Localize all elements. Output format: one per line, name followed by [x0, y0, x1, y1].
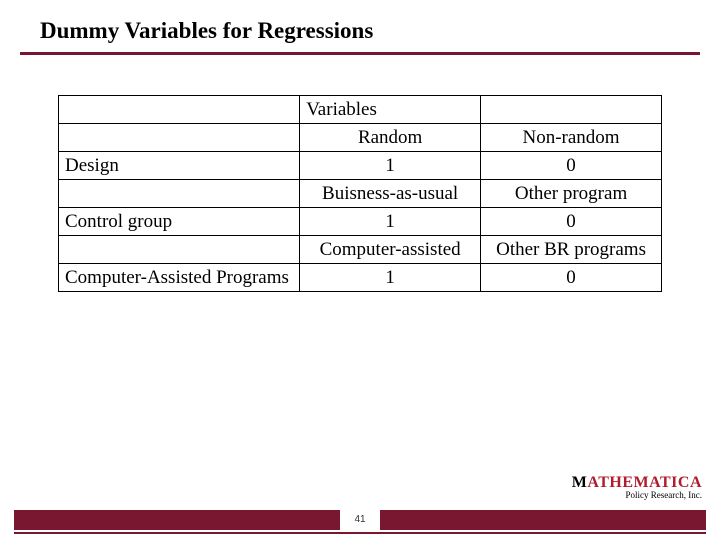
- variables-header: Variables: [300, 96, 481, 124]
- col-header: Non-random: [481, 124, 662, 152]
- cell-empty: [59, 96, 300, 124]
- cell-value: 0: [481, 264, 662, 292]
- col-header: Other BR programs: [481, 236, 662, 264]
- slide-footer: MATHEMATICA Policy Research, Inc. 41: [0, 510, 720, 540]
- row-label: Computer-Assisted Programs: [59, 264, 300, 292]
- cell-value: 1: [300, 152, 481, 180]
- cell-empty: [481, 96, 662, 124]
- cell-value: 1: [300, 264, 481, 292]
- row-label: Design: [59, 152, 300, 180]
- brand-name: ATHEMATICA: [587, 474, 702, 491]
- cell-value: 0: [481, 152, 662, 180]
- col-header: Random: [300, 124, 481, 152]
- cell-value: 1: [300, 208, 481, 236]
- brand-logo: MATHEMATICA Policy Research, Inc.: [572, 474, 702, 500]
- cell-empty: [59, 124, 300, 152]
- col-header: Computer-assisted: [300, 236, 481, 264]
- col-header: Buisness-as-usual: [300, 180, 481, 208]
- row-label: Control group: [59, 208, 300, 236]
- cell-value: 0: [481, 208, 662, 236]
- title-divider: [20, 52, 700, 55]
- dummy-variables-table: Variables Random Non-random Design 1 0 B…: [58, 95, 662, 292]
- brand-letter: M: [572, 474, 588, 491]
- page-number: 41: [340, 509, 380, 531]
- col-header: Other program: [481, 180, 662, 208]
- cell-empty: [59, 236, 300, 264]
- slide-title: Dummy Variables for Regressions: [40, 18, 720, 44]
- cell-empty: [59, 180, 300, 208]
